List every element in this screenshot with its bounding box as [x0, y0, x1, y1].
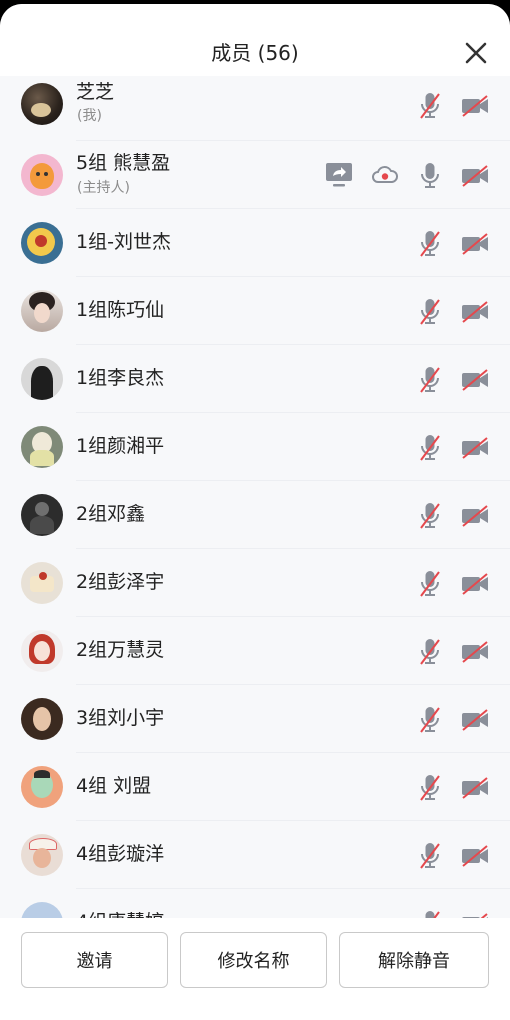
- rename-button[interactable]: 修改名称: [180, 932, 327, 988]
- camera-off-icon[interactable]: [460, 505, 490, 527]
- avatar: [21, 83, 63, 125]
- mic-muted-icon[interactable]: [418, 365, 442, 395]
- member-name: 2组万慧灵: [76, 639, 165, 661]
- member-name: 4组彭璇洋: [76, 843, 165, 865]
- member-row-7[interactable]: 2组彭泽宇: [0, 549, 510, 617]
- avatar: [21, 494, 63, 536]
- close-icon[interactable]: [464, 41, 488, 65]
- member-name: 1组-刘世杰: [76, 231, 171, 253]
- avatar: [21, 154, 63, 196]
- member-row-5[interactable]: 1组颜湘平: [0, 413, 510, 481]
- camera-off-icon[interactable]: [460, 709, 490, 731]
- camera-off-icon[interactable]: [460, 437, 490, 459]
- panel-header: 成员 (56): [0, 4, 510, 76]
- unmute-all-button[interactable]: 解除静音: [339, 932, 489, 988]
- member-name: 5组 熊慧盈: [76, 152, 171, 174]
- member-row-12[interactable]: 4组康慧婷: [0, 889, 510, 918]
- mic-muted-icon[interactable]: [418, 229, 442, 259]
- member-role: (我): [77, 108, 102, 124]
- camera-off-icon[interactable]: [460, 233, 490, 255]
- mic-muted-icon[interactable]: [418, 841, 442, 871]
- mic-muted-icon[interactable]: [418, 705, 442, 735]
- mic-muted-icon[interactable]: [418, 773, 442, 803]
- members-panel: 成员 (56) 芝芝 (我) 5组 熊慧盈 (主持人) 1组-刘世杰 1组陈巧仙…: [0, 4, 510, 1020]
- screen-share-icon[interactable]: [325, 162, 353, 188]
- avatar: [21, 834, 63, 876]
- mic-icon[interactable]: [418, 161, 442, 191]
- camera-off-icon[interactable]: [460, 573, 490, 595]
- avatar: [21, 426, 63, 468]
- member-row-9[interactable]: 3组刘小宇: [0, 685, 510, 753]
- avatar: [21, 630, 63, 672]
- member-row-8[interactable]: 2组万慧灵: [0, 617, 510, 685]
- member-row-6[interactable]: 2组邓鑫: [0, 481, 510, 549]
- member-row-10[interactable]: 4组 刘盟: [0, 753, 510, 821]
- mic-muted-icon[interactable]: [418, 569, 442, 599]
- avatar: [21, 222, 63, 264]
- avatar: [21, 290, 63, 332]
- member-row-1[interactable]: 5组 熊慧盈 (主持人): [0, 141, 510, 209]
- member-role: (主持人): [77, 180, 130, 196]
- member-name: 1组李良杰: [76, 367, 165, 389]
- camera-off-icon[interactable]: [460, 165, 490, 187]
- avatar: [21, 902, 63, 918]
- member-row-0[interactable]: 芝芝 (我): [0, 76, 510, 141]
- member-row-3[interactable]: 1组陈巧仙: [0, 277, 510, 345]
- member-row-4[interactable]: 1组李良杰: [0, 345, 510, 413]
- camera-off-icon[interactable]: [460, 369, 490, 391]
- member-name: 3组刘小宇: [76, 707, 165, 729]
- cloud-record-icon[interactable]: [371, 165, 399, 185]
- member-name: 1组陈巧仙: [76, 299, 165, 321]
- member-name: 芝芝: [76, 81, 115, 103]
- mic-muted-icon[interactable]: [418, 91, 442, 121]
- panel-title: 成员 (56): [211, 41, 299, 65]
- avatar: [21, 358, 63, 400]
- mic-muted-icon[interactable]: [418, 501, 442, 531]
- avatar: [21, 698, 63, 740]
- member-name: 1组颜湘平: [76, 435, 165, 457]
- member-name: 4组 刘盟: [76, 775, 152, 797]
- camera-off-icon[interactable]: [460, 301, 490, 323]
- member-name: 4组康慧婷: [76, 910, 164, 918]
- mic-muted-icon[interactable]: [418, 297, 442, 327]
- member-row-11[interactable]: 4组彭璇洋: [0, 821, 510, 889]
- mic-muted-icon[interactable]: [418, 909, 442, 918]
- mic-muted-icon[interactable]: [418, 433, 442, 463]
- member-name: 2组邓鑫: [76, 503, 146, 525]
- avatar: [21, 766, 63, 808]
- camera-off-icon[interactable]: [460, 845, 490, 867]
- mic-muted-icon[interactable]: [418, 637, 442, 667]
- camera-off-icon[interactable]: [460, 777, 490, 799]
- member-list[interactable]: 芝芝 (我) 5组 熊慧盈 (主持人) 1组-刘世杰 1组陈巧仙 1组李良杰 1…: [0, 76, 510, 918]
- camera-off-icon[interactable]: [460, 95, 490, 117]
- member-name: 2组彭泽宇: [76, 571, 165, 593]
- camera-off-icon[interactable]: [460, 641, 490, 663]
- avatar: [21, 562, 63, 604]
- invite-button[interactable]: 邀请: [21, 932, 168, 988]
- bottom-action-bar: 邀请 修改名称 解除静音: [0, 918, 510, 1020]
- member-row-2[interactable]: 1组-刘世杰: [0, 209, 510, 277]
